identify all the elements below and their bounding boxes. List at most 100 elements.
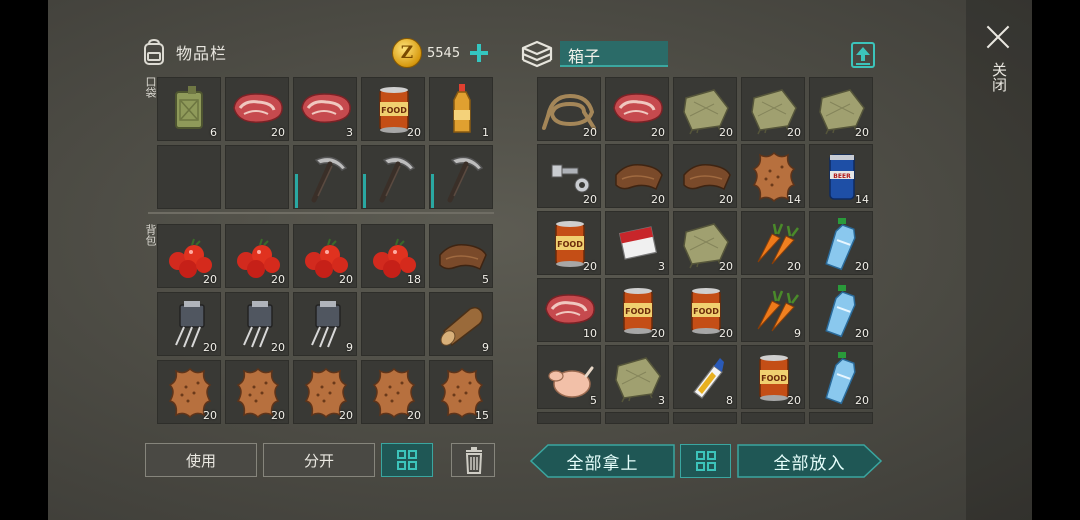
put-all-label: 全部放入	[773, 453, 846, 474]
inventory-sort-button[interactable]	[381, 443, 433, 477]
pocket-slot[interactable]	[225, 145, 289, 209]
item-count: 20	[583, 126, 597, 139]
box-slot[interactable]	[809, 412, 873, 424]
box-slot[interactable]: 20	[673, 211, 737, 275]
close-label[interactable]: 关闭	[988, 62, 1008, 92]
svg-text:BEER: BEER	[833, 173, 851, 180]
box-slot[interactable]: 10	[537, 278, 601, 342]
coin-counter: Z 5545	[392, 38, 490, 68]
pocket-slot[interactable]: 1	[429, 77, 493, 141]
pocket-slot[interactable]: FOOD 20	[361, 77, 425, 141]
box-slot[interactable]	[605, 412, 669, 424]
upload-icon[interactable]	[851, 42, 875, 68]
inventory-title: 物品栏	[176, 44, 228, 63]
box-slot[interactable]: 20	[809, 77, 873, 141]
box-slot[interactable]: 3	[605, 345, 669, 409]
game-inventory-screen: 物品栏 Z 5545 箱子 关闭 口袋 背包 6 20 3 FOOD 20 1 20 20 2…	[0, 0, 1080, 520]
box-slot[interactable]: 20	[537, 144, 601, 208]
backpack-slot[interactable]: 18	[361, 224, 425, 288]
box-sort-button[interactable]	[680, 444, 731, 478]
use-button[interactable]: 使用	[145, 443, 257, 477]
split-button[interactable]: 分开	[263, 443, 375, 477]
box-slot[interactable]: 20	[809, 345, 873, 409]
pocket-slot[interactable]	[429, 145, 493, 209]
backpack-slot[interactable]: 20	[293, 360, 357, 424]
box-slot[interactable]: 20	[809, 278, 873, 342]
item-count: 20	[407, 409, 421, 422]
pocket-slot[interactable]: 20	[225, 77, 289, 141]
box-slot[interactable]: 20	[537, 77, 601, 141]
section-divider	[148, 212, 494, 214]
backpack-slot[interactable]: 20	[157, 292, 221, 356]
item-count: 20	[583, 260, 597, 273]
durability-bar	[295, 174, 298, 208]
durability-bar	[431, 174, 434, 208]
pocket-slot[interactable]: 6	[157, 77, 221, 141]
box-stack-icon	[521, 40, 553, 68]
item-count: 3	[658, 260, 665, 273]
box-slot[interactable]: FOOD 20	[605, 278, 669, 342]
box-slot[interactable]: FOOD 20	[673, 278, 737, 342]
durability-bar	[363, 174, 366, 208]
pocket-slot[interactable]	[361, 145, 425, 209]
backpack-slot[interactable]: 20	[361, 360, 425, 424]
backpack-slot[interactable]: 20	[225, 224, 289, 288]
backpack-slot[interactable]: 20	[225, 360, 289, 424]
backpack-slot[interactable]: 5	[429, 224, 493, 288]
backpack-slot[interactable]: 20	[293, 224, 357, 288]
take-all-button[interactable]: 全部拿上	[529, 444, 675, 478]
box-slot[interactable]	[537, 412, 601, 424]
backpack-slot[interactable]: 15	[429, 360, 493, 424]
box-slot[interactable]: FOOD 20	[741, 345, 805, 409]
item-count: 9	[794, 327, 801, 340]
box-slot[interactable]: FOOD 20	[537, 211, 601, 275]
box-slot[interactable]: 20	[741, 77, 805, 141]
box-slot[interactable]: 9	[741, 278, 805, 342]
put-all-button[interactable]: 全部放入	[737, 444, 883, 478]
pocket-slot[interactable]: 3	[293, 77, 357, 141]
box-slot[interactable]: 20	[673, 144, 737, 208]
box-slot[interactable]	[673, 412, 737, 424]
pocket-slot[interactable]	[157, 145, 221, 209]
item-count: 20	[203, 341, 217, 354]
item-count: 6	[210, 126, 217, 139]
take-all-label: 全部拿上	[566, 453, 639, 474]
item-count: 20	[719, 327, 733, 340]
box-slot[interactable]: 20	[605, 77, 669, 141]
item-count: 20	[407, 126, 421, 139]
box-slot[interactable]: 20	[809, 211, 873, 275]
backpack-slot[interactable]: 20	[157, 360, 221, 424]
box-slot[interactable]: 3	[605, 211, 669, 275]
add-coins-button[interactable]	[468, 42, 490, 64]
backpack-slot[interactable]	[361, 292, 425, 356]
close-icon[interactable]	[985, 24, 1011, 50]
item-count: 20	[855, 260, 869, 273]
box-slot[interactable]	[741, 412, 805, 424]
item-count: 20	[787, 260, 801, 273]
box-slot[interactable]: 20	[673, 77, 737, 141]
trash-icon	[465, 447, 483, 474]
backpack-label: 背包	[144, 224, 157, 246]
pocket-slot[interactable]	[293, 145, 357, 209]
item-count: 20	[203, 273, 217, 286]
box-slot[interactable]: 20	[605, 144, 669, 208]
box-name-field[interactable]: 箱子	[560, 41, 668, 67]
box-slot[interactable]: 20	[741, 211, 805, 275]
item-count: 9	[346, 341, 353, 354]
box-slot[interactable]: BEER 14	[809, 144, 873, 208]
item-count: 15	[475, 409, 489, 422]
box-slot[interactable]: 8	[673, 345, 737, 409]
backpack-slot[interactable]: 9	[429, 292, 493, 356]
box-slot[interactable]: 5	[537, 345, 601, 409]
box-slot[interactable]: 14	[741, 144, 805, 208]
backpack-slot[interactable]: 20	[225, 292, 289, 356]
backpack-slot[interactable]: 20	[157, 224, 221, 288]
trash-button[interactable]	[451, 443, 495, 477]
item-count: 20	[203, 409, 217, 422]
pocket-label: 口袋	[144, 76, 157, 98]
item-count: 20	[719, 260, 733, 273]
backpack-slot[interactable]: 9	[293, 292, 357, 356]
item-count: 10	[583, 327, 597, 340]
item-count: 14	[787, 193, 801, 206]
item-count: 18	[407, 273, 421, 286]
